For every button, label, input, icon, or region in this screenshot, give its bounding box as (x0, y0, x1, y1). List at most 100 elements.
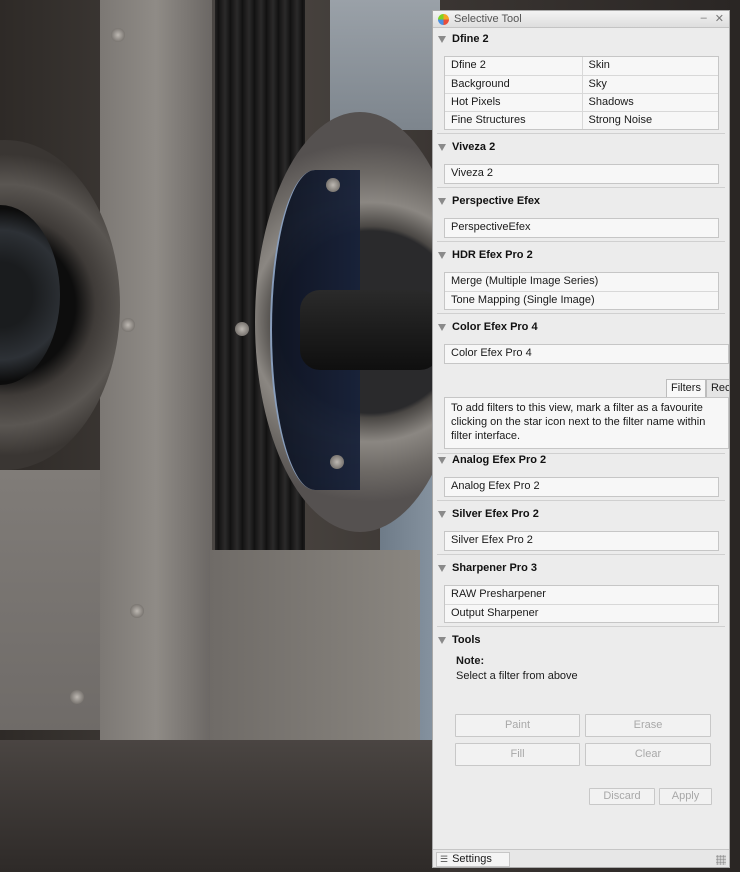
sharpener-filter-list: RAW Presharpener Output Sharpener (444, 585, 719, 623)
section-title: Analog Efex Pro 2 (452, 454, 547, 466)
note-title: Note: (456, 655, 485, 667)
divider (437, 500, 725, 501)
paint-button[interactable]: Paint (455, 714, 580, 737)
section-header-color[interactable]: Color Efex Pro 4 (433, 318, 538, 336)
photo-screw (111, 28, 125, 42)
divider (437, 187, 725, 188)
collapse-triangle-icon[interactable] (438, 510, 446, 518)
filter-analog-efex-pro-2[interactable]: Analog Efex Pro 2 (445, 478, 718, 496)
photo-screw (235, 322, 249, 336)
table-row: Dfine 2 Skin (445, 57, 718, 75)
section-title: Color Efex Pro 4 (452, 321, 538, 333)
photo-screw (70, 690, 84, 704)
photo-screw (326, 178, 340, 192)
table-row: Background Sky (445, 75, 718, 93)
divider (437, 313, 725, 314)
viveza-filter-list: Viveza 2 (444, 164, 719, 184)
section-title: Dfine 2 (452, 33, 489, 45)
collapse-triangle-icon[interactable] (438, 143, 446, 151)
photo-floor (0, 740, 440, 872)
collapse-triangle-icon[interactable] (438, 564, 446, 572)
divider (437, 241, 725, 242)
section-header-tools[interactable]: Tools (433, 631, 481, 649)
window-title: Selective Tool (454, 13, 522, 25)
section-title: Perspective Efex (452, 195, 541, 207)
filter-strong-noise[interactable]: Strong Noise (581, 112, 719, 129)
photo-camera-frame (100, 0, 215, 830)
tab-filters[interactable]: Filters (666, 379, 706, 398)
section-header-dfine[interactable]: Dfine 2 (433, 30, 489, 48)
filter-color-efex-pro-4[interactable]: Color Efex Pro 4 (445, 345, 728, 363)
filter-viveza-2[interactable]: Viveza 2 (445, 165, 718, 183)
section-header-viveza[interactable]: Viveza 2 (433, 138, 495, 156)
favourites-info-text: To add filters to this view, mark a filt… (444, 397, 729, 449)
selective-tool-panel: Selective Tool – ✕ Dfine 2 Dfine 2 Skin … (432, 10, 730, 868)
section-title: Sharpener Pro 3 (452, 562, 537, 574)
collapse-triangle-icon[interactable] (438, 636, 446, 644)
minimize-icon[interactable]: – (701, 12, 707, 25)
photo-housing (210, 550, 420, 740)
collapse-triangle-icon[interactable] (438, 35, 446, 43)
analog-filter-list: Analog Efex Pro 2 (444, 477, 719, 497)
clear-button[interactable]: Clear (585, 743, 711, 766)
section-header-analog[interactable]: Analog Efex Pro 2 (433, 451, 546, 469)
erase-button[interactable]: Erase (585, 714, 711, 737)
section-header-silver[interactable]: Silver Efex Pro 2 (433, 505, 539, 523)
dfine-filter-grid: Dfine 2 Skin Background Sky Hot Pixels S… (444, 56, 719, 130)
section-header-perspective[interactable]: Perspective Efex (433, 192, 540, 210)
divider (437, 626, 725, 627)
discard-button[interactable]: Discard (589, 788, 655, 805)
section-title: Viveza 2 (452, 141, 496, 153)
apply-button[interactable]: Apply (659, 788, 712, 805)
filter-dfine-2[interactable]: Dfine 2 (445, 57, 582, 75)
divider (437, 554, 725, 555)
photo-screw (121, 318, 135, 332)
collapse-triangle-icon[interactable] (438, 323, 446, 331)
section-title: Silver Efex Pro 2 (452, 508, 539, 520)
filter-background[interactable]: Background (445, 76, 582, 93)
silver-filter-list: Silver Efex Pro 2 (444, 531, 719, 551)
resize-grip-icon[interactable] (716, 855, 726, 865)
section-title: HDR Efex Pro 2 (452, 249, 533, 261)
list-icon: ☰ (440, 854, 449, 864)
filter-fine-structures[interactable]: Fine Structures (445, 112, 582, 129)
filter-tone-mapping[interactable]: Tone Mapping (Single Image) (445, 291, 718, 309)
settings-label: Settings (452, 853, 492, 865)
fill-button[interactable]: Fill (455, 743, 580, 766)
color-efex-tabs: Filters Rec (666, 379, 729, 398)
section-title: Tools (452, 634, 481, 646)
filter-output-sharpener[interactable]: Output Sharpener (445, 604, 718, 622)
nik-collection-icon (438, 13, 449, 25)
filter-shadows[interactable]: Shadows (581, 94, 719, 111)
status-bar: ☰ Settings (433, 849, 729, 867)
filter-silver-efex-pro-2[interactable]: Silver Efex Pro 2 (445, 532, 718, 550)
filter-raw-presharpener[interactable]: RAW Presharpener (445, 586, 718, 604)
panel-content: Dfine 2 Dfine 2 Skin Background Sky Hot … (433, 29, 729, 849)
collapse-triangle-icon[interactable] (438, 197, 446, 205)
collapse-triangle-icon[interactable] (438, 251, 446, 259)
filter-skin[interactable]: Skin (581, 57, 719, 75)
color-filter-list: Color Efex Pro 4 (444, 344, 729, 364)
table-row: Hot Pixels Shadows (445, 93, 718, 111)
perspective-filter-list: PerspectiveEfex (444, 218, 719, 238)
photo-knob (300, 290, 440, 370)
table-row: Fine Structures Strong Noise (445, 111, 718, 129)
section-header-hdr[interactable]: HDR Efex Pro 2 (433, 246, 533, 264)
note-text: Select a filter from above (456, 670, 578, 682)
settings-button[interactable]: ☰ Settings (436, 852, 510, 867)
title-bar[interactable]: Selective Tool – ✕ (433, 11, 729, 28)
photo-wall (330, 0, 440, 130)
window-controls: – ✕ (701, 12, 724, 25)
photo-screw (330, 455, 344, 469)
close-icon[interactable]: ✕ (715, 12, 724, 25)
tab-recent[interactable]: Rec (705, 379, 729, 398)
filter-perspective-efex[interactable]: PerspectiveEfex (445, 219, 718, 237)
filter-sky[interactable]: Sky (581, 76, 719, 93)
collapse-triangle-icon[interactable] (438, 456, 446, 464)
filter-merge[interactable]: Merge (Multiple Image Series) (445, 273, 718, 291)
hdr-filter-list: Merge (Multiple Image Series) Tone Mappi… (444, 272, 719, 310)
divider (437, 133, 725, 134)
section-header-sharpener[interactable]: Sharpener Pro 3 (433, 559, 537, 577)
photo-screw (130, 604, 144, 618)
filter-hot-pixels[interactable]: Hot Pixels (445, 94, 582, 111)
